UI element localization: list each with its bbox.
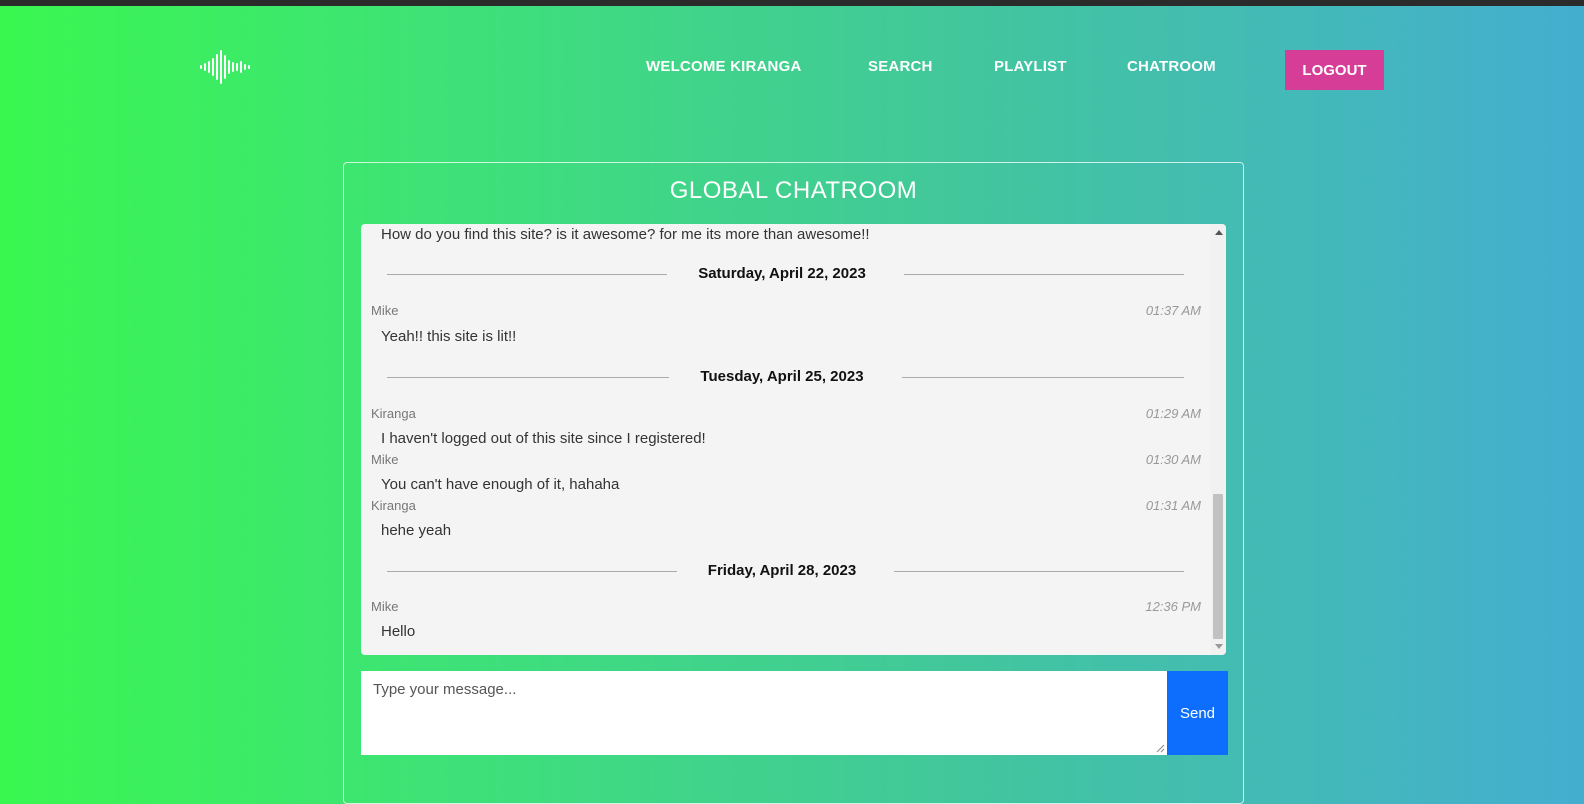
nav-search[interactable]: SEARCH bbox=[868, 58, 933, 75]
message-sender: Mike bbox=[371, 303, 399, 318]
chatroom-panel: GLOBAL CHATROOM How do you find this sit… bbox=[343, 162, 1244, 804]
message-sender: Mike bbox=[371, 599, 399, 614]
nav-chatroom[interactable]: CHATROOM bbox=[1127, 58, 1216, 75]
date-divider: Tuesday, April 25, 2023 bbox=[387, 367, 1184, 387]
nav-welcome[interactable]: WELCOME KIRANGA bbox=[646, 58, 802, 75]
message-text: Yeah!! this site is lit!! bbox=[381, 328, 517, 345]
message-sender: Mike bbox=[371, 452, 399, 467]
chat-messages[interactable]: How do you find this site? is it awesome… bbox=[361, 224, 1226, 655]
date-label: Saturday, April 22, 2023 bbox=[698, 265, 866, 282]
message-time: 01:31 AM bbox=[1145, 498, 1201, 513]
resize-grip-icon[interactable] bbox=[1155, 743, 1165, 753]
logout-button[interactable]: LOGOUT bbox=[1285, 50, 1384, 90]
message-text: Hello bbox=[381, 623, 416, 640]
message-sender: Kiranga bbox=[371, 498, 416, 513]
date-label: Friday, April 28, 2023 bbox=[707, 562, 857, 579]
message-text: hehe yeah bbox=[381, 522, 452, 539]
nav-playlist[interactable]: PLAYLIST bbox=[994, 58, 1067, 75]
message-input[interactable] bbox=[361, 671, 1167, 755]
scroll-down-icon[interactable] bbox=[1215, 644, 1223, 649]
message-time: 01:37 AM bbox=[1145, 303, 1201, 318]
date-divider: Friday, April 28, 2023 bbox=[387, 561, 1184, 581]
browser-top-bar bbox=[0, 0, 1584, 6]
message-text: How do you find this site? is it awesome… bbox=[381, 226, 870, 243]
sound-wave-icon[interactable] bbox=[200, 49, 266, 85]
date-divider: Saturday, April 22, 2023 bbox=[387, 264, 1184, 284]
send-button[interactable]: Send bbox=[1167, 671, 1228, 755]
message-text: You can't have enough of it, hahaha bbox=[381, 476, 620, 493]
message-time: 12:36 PM bbox=[1145, 599, 1201, 614]
message-text: I haven't logged out of this site since … bbox=[381, 430, 706, 447]
scroll-up-icon[interactable] bbox=[1215, 230, 1223, 235]
date-label: Tuesday, April 25, 2023 bbox=[700, 368, 864, 385]
message-time: 01:29 AM bbox=[1145, 406, 1201, 421]
message-sender: Kiranga bbox=[371, 406, 416, 421]
scroll-thumb[interactable] bbox=[1213, 494, 1223, 639]
message-time: 01:30 AM bbox=[1145, 452, 1201, 467]
chat-scrollbar[interactable] bbox=[1211, 224, 1226, 655]
chatroom-title: GLOBAL CHATROOM bbox=[669, 177, 918, 204]
